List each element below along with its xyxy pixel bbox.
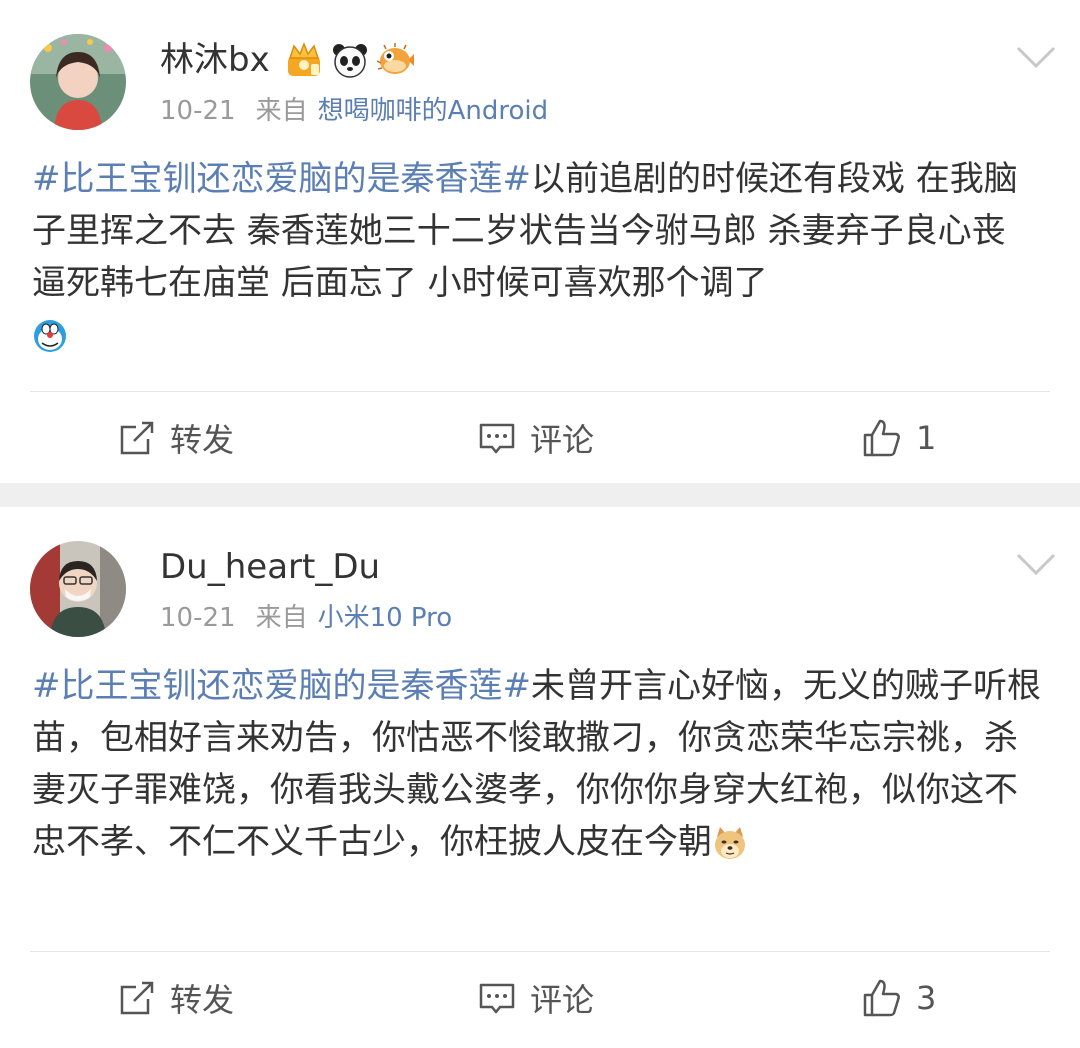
repost-icon (120, 981, 154, 1015)
post-actions: 转发 评论 1 (0, 393, 1080, 483)
post-text: #比王宝钏还恋爱脑的是秦香莲#以前追剧的时候还有段戏 在我脑子里挥之不去 秦香莲… (32, 153, 1048, 361)
chevron-down-icon[interactable] (1014, 42, 1058, 72)
from-label: 来自 (255, 96, 308, 126)
avatar[interactable] (30, 34, 126, 130)
topic-link[interactable]: #比王宝钏还恋爱脑的是秦香莲# (32, 159, 531, 199)
panda-icon[interactable] (331, 41, 369, 79)
from-label: 来自 (255, 603, 308, 633)
like-button[interactable]: 3 (862, 953, 936, 1043)
post-text: #比王宝钏还恋爱脑的是秦香莲#未曾开言心好恼，无义的贼子听根苗，包相好言来劝告，… (32, 660, 1048, 868)
post-date: 10-21 (160, 603, 236, 633)
doraemon-emoji (34, 320, 66, 352)
chevron-down-icon[interactable] (1014, 549, 1058, 579)
weibo-comment-feed: 林沐bx 10-21 来自 想喝咖啡的Android #比王宝钏还恋爱脑的是秦香… (0, 0, 1080, 1048)
repost-label: 转发 (170, 981, 235, 1019)
avatar[interactable] (30, 541, 126, 637)
username[interactable]: 林沐bx (160, 38, 270, 82)
user-avatar-image (30, 34, 126, 130)
post-date: 10-21 (160, 96, 236, 126)
comment-label: 评论 (530, 421, 595, 459)
vip-crown-icon[interactable] (285, 41, 323, 79)
user-avatar-image (30, 541, 126, 637)
post-card: 林沐bx 10-21 来自 想喝咖啡的Android #比王宝钏还恋爱脑的是秦香… (0, 0, 1080, 483)
comment-label: 评论 (530, 981, 595, 1019)
user-badges (285, 41, 415, 79)
topic-link[interactable]: #比王宝钏还恋爱脑的是秦香莲# (32, 666, 531, 706)
like-count: 3 (916, 979, 937, 1017)
pufferfish-icon[interactable] (377, 41, 415, 79)
post-actions: 转发 评论 3 (0, 953, 1080, 1043)
comment-button[interactable]: 评论 (478, 953, 594, 1043)
post-card: Du_heart_Du 10-21 来自 小米10 Pro #比王宝钏还恋爱脑的是秦… (0, 507, 1080, 1048)
post-meta: 10-21 来自 想喝咖啡的Android (160, 93, 548, 129)
thumbs-up-icon (863, 979, 900, 1017)
doge-emoji (715, 827, 745, 859)
like-count: 1 (916, 419, 937, 457)
divider (30, 951, 1050, 952)
repost-button[interactable]: 转发 (118, 953, 234, 1043)
repost-label: 转发 (170, 421, 235, 459)
repost-button[interactable]: 转发 (118, 393, 234, 483)
post-meta: 10-21 来自 小米10 Pro (160, 600, 452, 636)
post-separator (0, 483, 1080, 507)
comment-icon (479, 983, 515, 1014)
comment-button[interactable]: 评论 (478, 393, 594, 483)
username[interactable]: Du_heart_Du (160, 545, 380, 589)
divider (30, 391, 1050, 392)
client-source-link[interactable]: 想喝咖啡的Android (318, 96, 549, 126)
client-source-link[interactable]: 小米10 Pro (318, 603, 453, 633)
repost-icon (120, 421, 154, 455)
comment-icon (479, 423, 515, 454)
thumbs-up-icon (863, 419, 900, 457)
like-button[interactable]: 1 (862, 393, 936, 483)
